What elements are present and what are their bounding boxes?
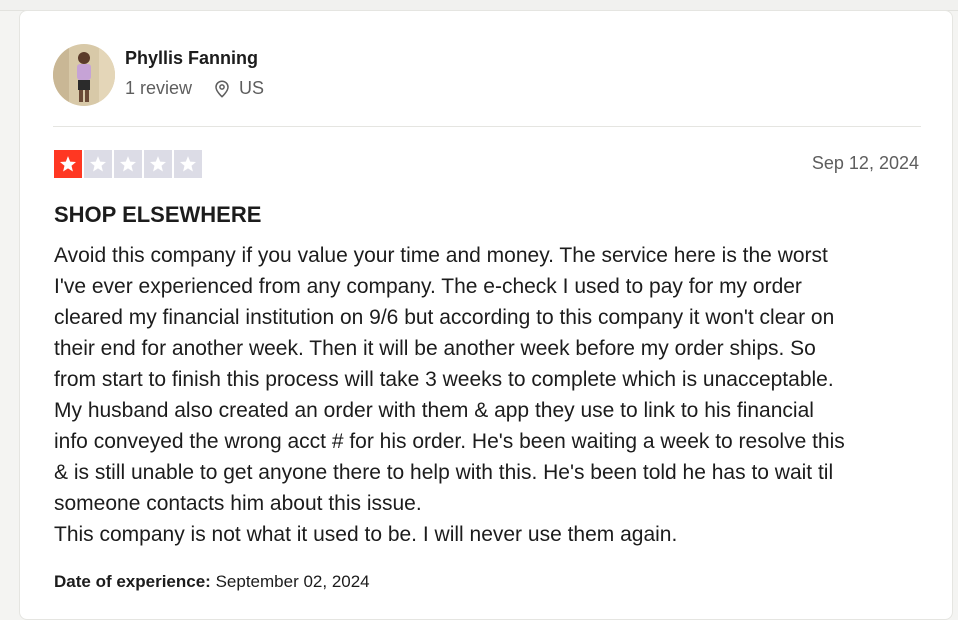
star-icon <box>120 156 136 172</box>
review-body-line: Avoid this company if you value your tim… <box>54 244 828 267</box>
experience-label: Date of experience: <box>54 572 211 591</box>
review-date: Sep 12, 2024 <box>811 153 919 173</box>
star-icon <box>60 156 76 172</box>
star-icon <box>90 156 106 172</box>
location-pin-icon <box>214 79 230 98</box>
date-of-experience: Date of experience: September 02, 2024 <box>54 572 370 592</box>
star-empty <box>84 150 112 178</box>
review-count: 1 review <box>125 78 193 98</box>
reviewer-meta: 1 review US <box>125 78 264 99</box>
review-body-line: cleared my financial institution on 9/6 … <box>54 306 835 329</box>
avatar-photo <box>53 44 115 106</box>
review-body-line: This company is not what it used to be. … <box>54 523 678 546</box>
reviewer-name[interactable]: Phyllis Fanning <box>125 48 258 69</box>
review-body-line: from start to finish this process will t… <box>54 368 834 391</box>
star-filled <box>54 150 82 178</box>
review-card: Phyllis Fanning 1 review US Sep 12, 2024… <box>19 10 953 620</box>
star-empty <box>144 150 172 178</box>
review-body-line: someone contacts him about this issue. <box>54 492 422 515</box>
avatar[interactable] <box>53 44 115 106</box>
reviewer-country: US <box>239 78 265 98</box>
star-rating <box>54 150 202 178</box>
review-body-line: info conveyed the wrong acct # for his o… <box>54 430 845 453</box>
review-body-line: & is still unable to get anyone there to… <box>54 461 834 484</box>
review-title[interactable]: SHOP ELSEWHERE <box>54 202 261 228</box>
star-empty <box>114 150 142 178</box>
divider <box>53 126 921 127</box>
star-icon <box>180 156 196 172</box>
review-body-line: My husband also created an order with th… <box>54 399 814 422</box>
review-body-line: their end for another week. Then it will… <box>54 337 816 360</box>
star-icon <box>150 156 166 172</box>
experience-date: September 02, 2024 <box>215 572 370 591</box>
review-body-line: I've ever experienced from any company. … <box>54 275 802 298</box>
star-empty <box>174 150 202 178</box>
review-body: Avoid this company if you value your tim… <box>54 240 934 550</box>
